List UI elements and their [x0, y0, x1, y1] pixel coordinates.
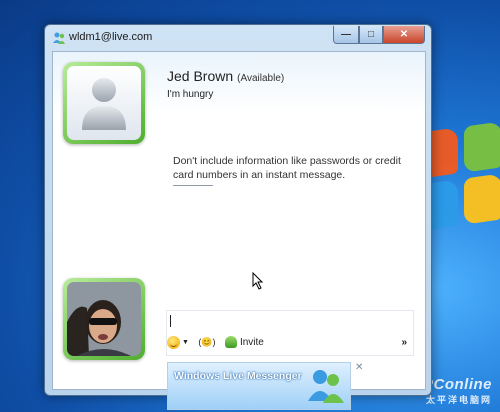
- nudge-icon: (😊): [198, 336, 216, 347]
- messenger-window: wldm1@live.com — □ ✕ Jed Brown (Available…: [44, 24, 432, 410]
- conversation-pane: Jed Brown (Available) I'm hungry Don't in…: [52, 51, 426, 410]
- chevron-down-icon: ▼: [182, 338, 189, 346]
- text-caret: [170, 315, 171, 327]
- emoticon-button[interactable]: ▼: [167, 335, 189, 349]
- invite-button[interactable]: Invite: [224, 336, 264, 348]
- my-avatar[interactable]: [63, 278, 145, 360]
- watermark: PConline 太平洋电脑网: [423, 376, 492, 406]
- minimize-button[interactable]: —: [333, 26, 359, 44]
- contact-status: (Available): [237, 73, 285, 84]
- messenger-buddy-icon: [53, 32, 65, 44]
- watermark-brand: PConline: [422, 376, 492, 393]
- ad-banner[interactable]: Windows Live Messenger: [167, 362, 351, 410]
- title-bar[interactable]: wldm1@live.com — □ ✕: [45, 25, 431, 51]
- smiley-icon: [167, 335, 180, 349]
- user-photo: [67, 282, 141, 356]
- security-notice: Don't include information like passwords…: [173, 155, 401, 181]
- mouse-pointer-icon: [252, 272, 264, 290]
- caption-buttons: — □ ✕: [333, 26, 425, 44]
- maximize-button[interactable]: □: [359, 26, 383, 44]
- close-button[interactable]: ✕: [383, 26, 425, 44]
- ad-text: Windows Live Messenger: [174, 370, 302, 382]
- watermark-sub: 太平洋电脑网: [425, 395, 492, 405]
- invite-icon: [224, 336, 237, 348]
- more-options-button[interactable]: »: [401, 337, 407, 348]
- contact-name-text: Jed Brown: [167, 68, 234, 84]
- contact-personal-message: I'm hungry: [167, 89, 214, 100]
- default-user-icon: [82, 78, 126, 130]
- messenger-people-icon: [308, 370, 344, 403]
- notice-divider: [173, 185, 213, 186]
- invite-label: Invite: [239, 336, 264, 348]
- nudge-button[interactable]: (😊): [198, 336, 216, 349]
- input-toolbar: ▼ (😊) Invite »: [167, 332, 413, 352]
- window-title: wldm1@live.com: [69, 31, 153, 43]
- contact-avatar[interactable]: [63, 62, 145, 144]
- contact-name: Jed Brown (Available): [167, 68, 284, 84]
- ad-close-button[interactable]: ✕: [355, 362, 363, 373]
- windows-logo-icon: [420, 121, 500, 380]
